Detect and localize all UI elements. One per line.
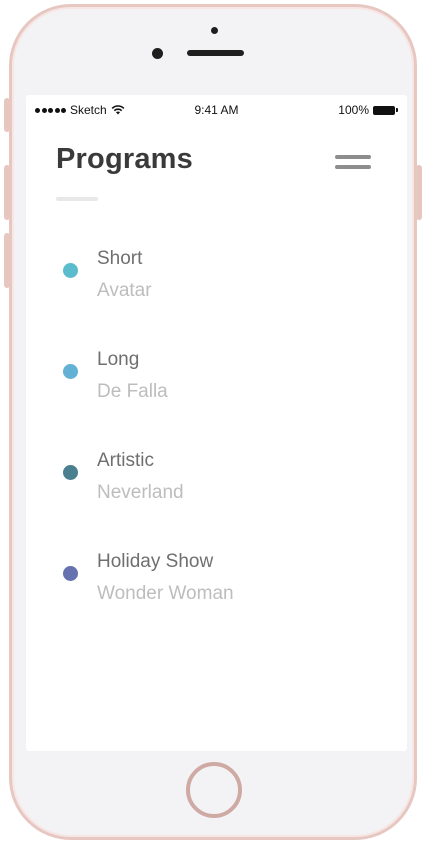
- program-color-dot: [63, 263, 78, 278]
- home-button[interactable]: [186, 762, 242, 818]
- hamburger-menu-icon[interactable]: [332, 153, 372, 177]
- program-music: Neverland: [97, 482, 184, 503]
- program-color-dot: [63, 465, 78, 480]
- earpiece-speaker: [187, 50, 244, 56]
- program-name: Short: [97, 248, 143, 269]
- app-screen: Sketch 9:41 AM 100% Programs Short Avata…: [26, 95, 407, 751]
- proximity-sensor: [211, 27, 218, 34]
- program-name: Long: [97, 349, 140, 370]
- device-mockup: Sketch 9:41 AM 100% Programs Short Avata…: [0, 0, 427, 845]
- program-item-holiday-show[interactable]: Holiday Show Wonder Woman: [26, 551, 407, 621]
- program-name: Artistic: [97, 450, 154, 471]
- status-right: 100%: [338, 103, 398, 117]
- front-camera: [152, 48, 163, 59]
- program-music: Wonder Woman: [97, 583, 234, 604]
- program-item-long[interactable]: Long De Falla: [26, 349, 407, 419]
- program-music: Avatar: [97, 280, 152, 301]
- program-name: Holiday Show: [97, 551, 214, 572]
- status-bar: Sketch 9:41 AM 100%: [26, 95, 407, 121]
- program-color-dot: [63, 566, 78, 581]
- program-color-dot: [63, 364, 78, 379]
- title-underline: [56, 197, 98, 201]
- program-item-artistic[interactable]: Artistic Neverland: [26, 450, 407, 520]
- battery-percentage: 100%: [338, 103, 369, 117]
- battery-icon: [373, 105, 398, 115]
- program-music: De Falla: [97, 381, 168, 402]
- page-title: Programs: [56, 143, 193, 175]
- program-item-short[interactable]: Short Avatar: [26, 248, 407, 318]
